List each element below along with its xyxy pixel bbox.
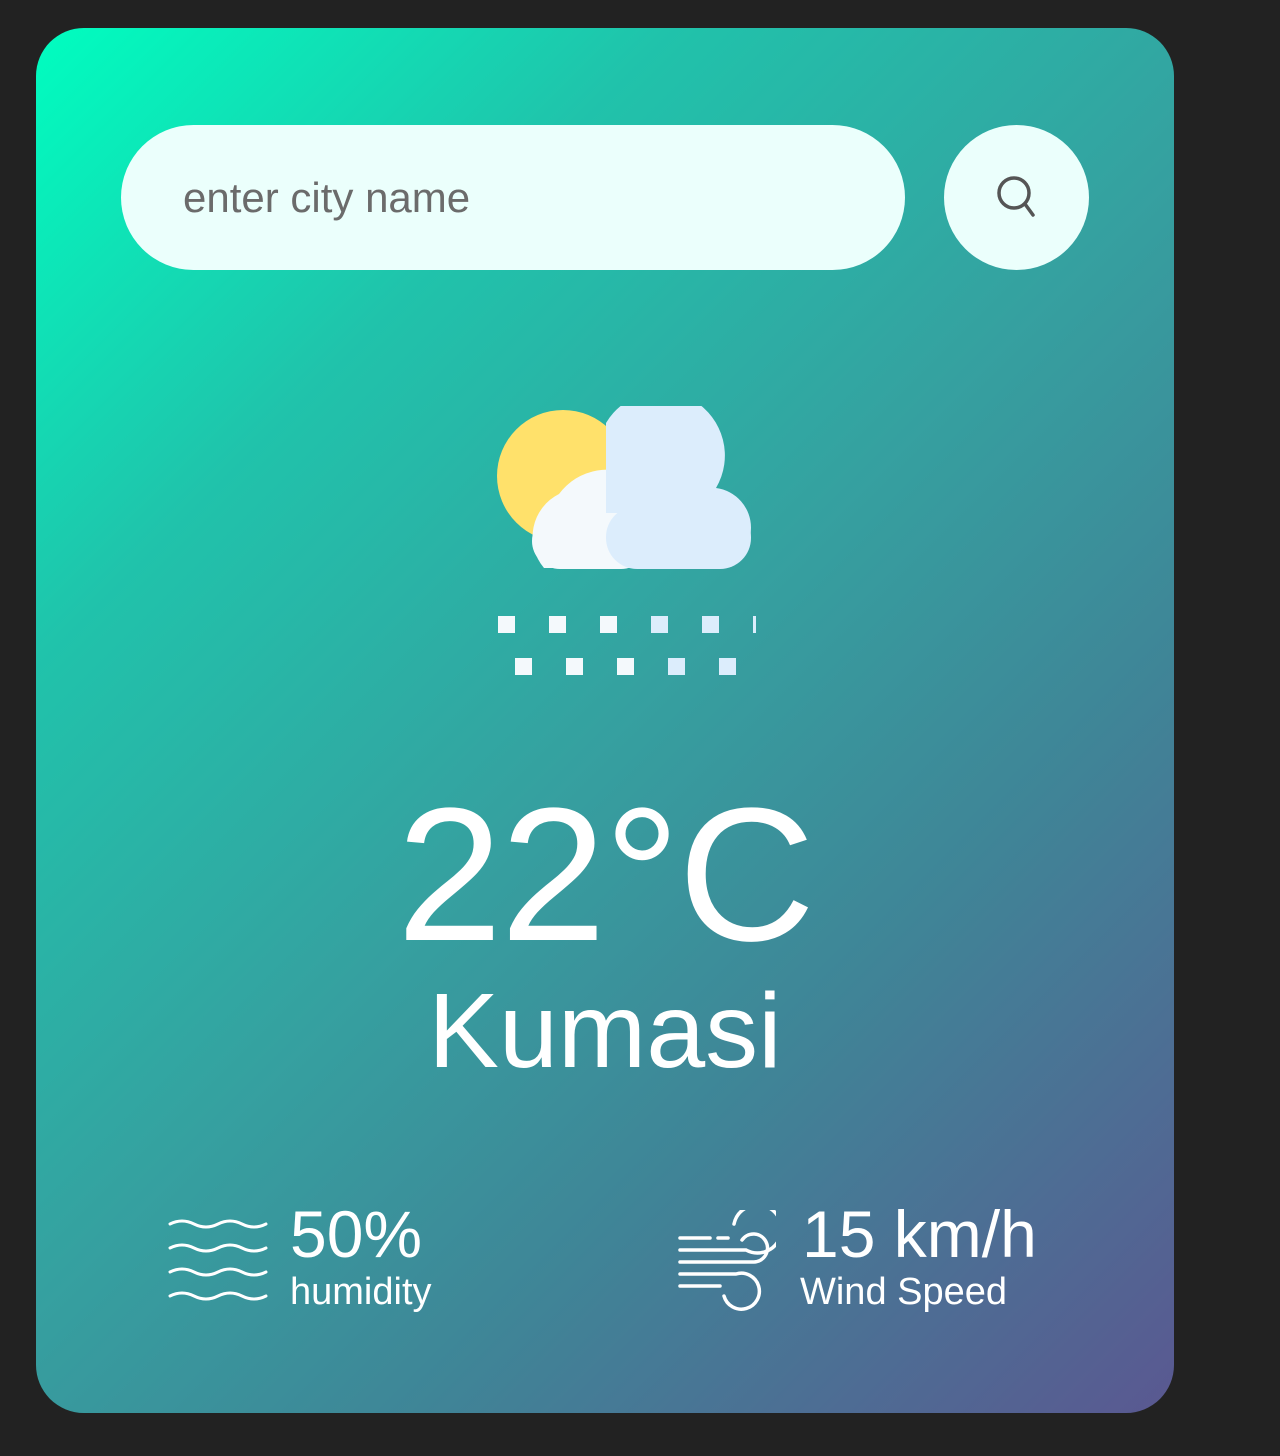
wind-speed-value: 15 km/h xyxy=(802,1197,1037,1271)
search-button[interactable] xyxy=(944,125,1089,270)
city-name: Kumasi xyxy=(428,972,782,1090)
humidity-label: humidity xyxy=(290,1271,432,1313)
search-icon xyxy=(996,175,1035,217)
humidity-value: 50% xyxy=(290,1197,423,1271)
weather-card: 22°C Kumasi 50% humidity 15 km/h Wind Sp… xyxy=(36,28,1174,1413)
wind-speed-label: Wind Speed xyxy=(800,1271,1008,1313)
temperature: 22°C xyxy=(396,769,816,981)
snow-cloud-sun-icon xyxy=(497,406,756,675)
wind-icon xyxy=(678,1210,776,1311)
city-search-input[interactable] xyxy=(121,125,905,270)
humidity-waves-icon xyxy=(168,1219,268,1301)
